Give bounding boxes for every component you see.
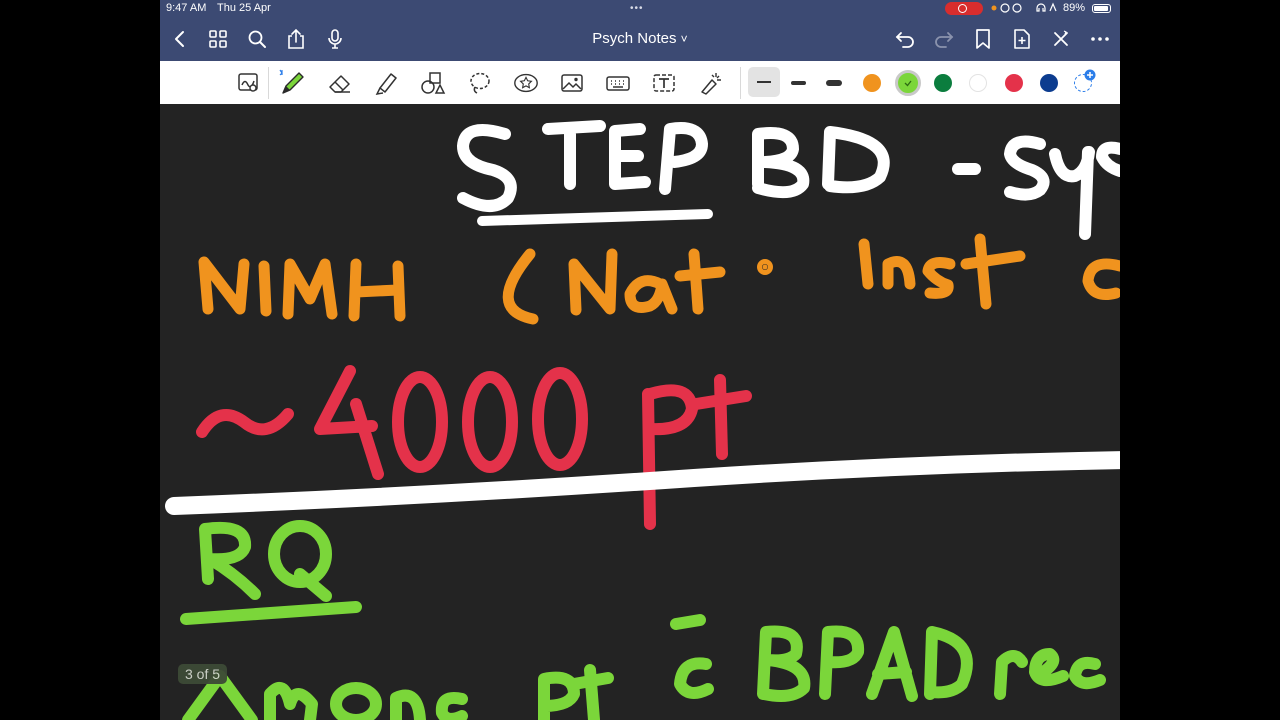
battery-icon — [1092, 4, 1111, 13]
text-icon — [653, 74, 675, 92]
medium-stroke-icon — [791, 81, 806, 85]
app-screen: 9:47 AM Thu 25 Apr ••• 89% Psych Notes ˅… — [160, 0, 1120, 720]
handwriting-layer — [165, 120, 1120, 720]
share-button[interactable] — [284, 27, 308, 51]
toolbar-divider — [740, 67, 741, 99]
tool-eraser[interactable] — [326, 69, 354, 97]
share-icon — [288, 28, 304, 49]
tool-shapes[interactable] — [419, 69, 447, 97]
status-time: 9:47 AM — [166, 2, 207, 14]
tool-highlighter[interactable] — [373, 69, 401, 97]
bookmark-icon — [976, 29, 990, 49]
thumbnails-button[interactable] — [206, 27, 230, 51]
toolbar-divider — [268, 67, 269, 99]
microphone-icon — [328, 29, 342, 49]
pen-icon — [279, 69, 304, 94]
lasso-zoom-icon — [238, 73, 258, 92]
handwriting-green-heading — [180, 520, 362, 625]
add-page-icon — [1014, 29, 1030, 49]
more-button[interactable] — [1088, 27, 1112, 51]
screen-recording-indicator[interactable] — [945, 2, 983, 15]
status-icons — [990, 1, 1060, 18]
lasso-icon — [470, 72, 490, 94]
handwriting-green-line — [182, 614, 1106, 720]
image-icon — [561, 74, 583, 92]
color-swatch-white[interactable] — [969, 74, 987, 92]
tool-image[interactable] — [558, 69, 586, 97]
battery-percentage: 89% — [1063, 2, 1086, 14]
color-swatch-green-selected[interactable] — [895, 70, 921, 96]
redo-button[interactable] — [932, 27, 956, 51]
title-chevron-icon[interactable]: ˅ — [681, 32, 688, 46]
search-button[interactable] — [245, 27, 269, 51]
more-icon — [1091, 37, 1109, 41]
check-icon — [904, 80, 912, 87]
undo-button[interactable] — [893, 27, 917, 51]
thumbnails-icon — [209, 30, 227, 48]
bookmark-button[interactable] — [971, 27, 995, 51]
multitasking-handle[interactable]: ••• — [630, 3, 644, 14]
status-glyphs-icon — [991, 2, 1057, 13]
color-swatch-orange[interactable] — [863, 74, 881, 92]
add-color-button[interactable] — [1074, 69, 1096, 92]
microphone-button[interactable] — [323, 27, 347, 51]
tool-sticker[interactable] — [512, 69, 540, 97]
status-date: Thu 25 Apr — [217, 2, 271, 14]
back-button[interactable] — [168, 27, 192, 51]
color-swatch-dark-green[interactable] — [934, 74, 952, 92]
stroke-width-thin[interactable] — [748, 67, 780, 97]
redo-icon — [935, 32, 954, 48]
tool-keyboard[interactable] — [604, 69, 632, 97]
title-underline — [477, 209, 713, 226]
back-icon — [175, 31, 184, 47]
add-page-button[interactable] — [1010, 27, 1034, 51]
tool-text[interactable] — [650, 69, 678, 97]
sticker-icon — [514, 73, 538, 93]
top-bar: 9:47 AM Thu 25 Apr ••• 89% Psych Notes ˅ — [160, 0, 1120, 61]
thin-stroke-icon — [757, 81, 771, 83]
plus-icon — [1084, 69, 1096, 81]
thick-stroke-icon — [826, 80, 842, 86]
page-indicator: 3 of 5 — [178, 664, 228, 684]
undo-icon — [895, 32, 914, 48]
laser-pointer-icon — [701, 73, 721, 95]
stroke-width-medium[interactable] — [784, 67, 812, 97]
color-swatch-navy[interactable] — [1040, 74, 1058, 92]
tool-lasso-zoom[interactable] — [234, 69, 262, 97]
shapes-icon — [421, 72, 446, 94]
tool-pen[interactable] — [278, 69, 306, 97]
document-title[interactable]: Psych Notes — [592, 30, 676, 47]
close-tool-button[interactable] — [1049, 27, 1073, 51]
handwriting-orange-line — [198, 233, 1120, 325]
close-icon — [1054, 30, 1068, 46]
tool-lasso[interactable] — [466, 69, 494, 97]
highlighter-icon — [375, 73, 397, 95]
color-swatch-red[interactable] — [1005, 74, 1023, 92]
stroke-width-thick[interactable] — [820, 67, 848, 97]
note-canvas[interactable]: 3 of 5 — [160, 104, 1120, 720]
eraser-icon — [329, 75, 350, 93]
search-icon — [248, 30, 266, 48]
drawing-toolbar — [160, 61, 1120, 104]
keyboard-icon — [606, 76, 630, 91]
tool-laser-pointer[interactable] — [696, 69, 724, 97]
